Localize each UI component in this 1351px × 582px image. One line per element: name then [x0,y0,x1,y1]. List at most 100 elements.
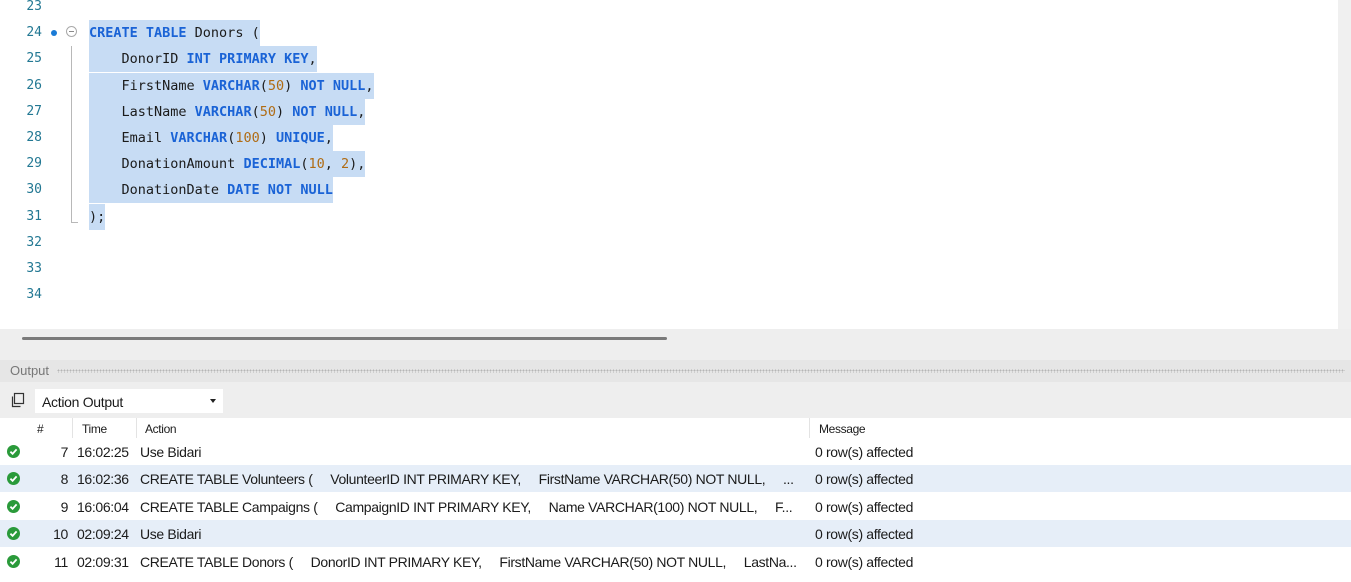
code-line[interactable]: 27 LastName VARCHAR(50) NOT NULL, [0,98,1338,125]
code-token: 100 [235,130,260,146]
code-line[interactable]: 23 [0,0,1338,20]
code-token: , [357,103,366,120]
line-number: 34 [26,287,42,303]
code-text: DonationAmount DECIMAL(10, 2), [89,151,366,178]
grid-header: # Time Action Message [0,418,1351,438]
output-type-select-value: Action Output [42,394,123,410]
code-line[interactable]: 28 Email VARCHAR(100) UNIQUE, [0,125,1338,151]
line-number: 25 [26,51,42,67]
code-token: , [308,51,317,68]
code-token: VARCHAR [170,130,228,146]
column-separator[interactable] [72,418,73,438]
row-number: 9 [60,498,69,515]
row-number: 11 [54,553,68,570]
table-row[interactable]: 7 16:02:25 Use Bidari 0 row(s) affected [0,438,1351,465]
code-token: 10 [308,156,325,173]
copy-icon[interactable] [10,392,26,408]
table-row[interactable]: 8 16:02:36 CREATE TABLE Volunteers ( Volun… [0,465,1351,493]
code-token: UNIQUE [275,130,325,146]
editor-horizontal-scrollbar[interactable] [22,337,667,340]
column-separator[interactable] [136,418,137,438]
code-token: ( [259,77,268,94]
code-line[interactable]: 26 FirstName VARCHAR(50) NOT NULL, [0,72,1338,99]
table-row[interactable]: 9 16:06:04 CREATE TABLE Campaigns ( Campai… [0,493,1351,520]
code-token: CREATE TABLE [89,25,187,42]
panel-drag-grip[interactable] [57,369,1345,373]
success-check-icon [7,472,20,486]
success-check-icon [7,554,20,568]
table-row[interactable]: 10 02:09:24 Use Bidari 0 row(s) affected [0,520,1351,548]
code-token: ( [251,103,260,120]
row-action: CREATE TABLE Donors ( DonorID INT PRIMAR… [140,553,797,570]
code-token: ), [349,156,366,173]
row-message: 0 row(s) affected [815,526,914,543]
row-number: 8 [60,471,69,488]
code-line[interactable]: 32 [0,230,1338,256]
code-line[interactable]: 29 DonationAmount DECIMAL(10, 2), [0,151,1338,178]
row-time: 16:02:36 [77,471,129,488]
row-message: 0 row(s) affected [815,444,914,460]
code-token: NOT NULL [300,77,366,94]
sql-editor[interactable]: 23 24 CREATE TABLE Donors (25 DonorID INT … [0,0,1338,329]
row-action: CREATE TABLE Campaigns ( CampaignID INT … [140,498,793,515]
row-time: 16:06:04 [77,498,129,515]
row-number: 10 [53,526,68,543]
code-token: INT PRIMARY KEY [186,51,309,68]
line-number: 24 [26,25,42,41]
line-number: 28 [26,130,42,145]
code-token: 2 [341,156,350,173]
code-token: , [365,77,374,94]
code-text: LastName VARCHAR(50) NOT NULL, [89,98,366,125]
code-line[interactable]: 33 [0,256,1338,282]
code-token: VARCHAR [194,103,252,120]
code-line[interactable]: 25 DonorID INT PRIMARY KEY, [0,46,1338,73]
code-token: , [324,130,333,146]
code-token: 50 [259,103,276,120]
column-header-time[interactable]: Time [82,422,107,436]
row-time: 02:09:31 [77,553,129,570]
code-text: FirstName VARCHAR(50) NOT NULL, [89,72,374,99]
chevron-down-icon [210,399,216,403]
output-type-select[interactable]: Action Output [35,389,223,413]
column-header-action[interactable]: Action [145,422,177,436]
fold-guide-end [71,222,78,223]
code-token: ); [89,208,106,225]
column-header-number[interactable]: # [37,422,44,436]
row-time: 16:02:25 [77,444,129,460]
code-token: DonorID [89,51,187,68]
line-number: 29 [26,156,42,172]
fold-collapse-icon[interactable] [66,26,77,38]
code-line[interactable]: 34 [0,282,1338,308]
editor-vertical-scrollbar[interactable] [1338,0,1351,329]
line-number: 30 [26,182,42,198]
line-number: 23 [26,0,42,14]
row-message: 0 row(s) affected [815,553,914,570]
code-token: FirstName [89,77,203,94]
code-text: ); [89,203,106,230]
code-token: DATE NOT NULL [227,182,333,199]
code-token: DonationAmount [89,156,244,173]
code-text: Email VARCHAR(100) UNIQUE, [89,125,333,151]
breakpoint-dot-icon[interactable] [51,30,57,37]
code-line[interactable]: 24 CREATE TABLE Donors ( [0,20,1338,47]
code-token: NOT NULL [292,103,358,120]
code-token: , [324,156,342,173]
success-check-icon [7,527,20,541]
code-token: LastName [89,103,195,120]
code-token: ) [259,130,276,146]
code-line[interactable]: 31); [0,203,1338,230]
success-check-icon [7,499,20,513]
fold-guide-line [71,46,72,222]
code-token: VARCHAR [202,77,260,94]
column-separator[interactable] [809,418,810,438]
output-panel-header: Output [0,360,1351,382]
output-toolbar: Action Output [0,387,1351,415]
row-message: 0 row(s) affected [815,498,914,515]
column-header-message[interactable]: Message [819,422,866,436]
code-token: DonationDate [89,182,228,199]
line-number: 33 [26,261,42,276]
row-action: Use Bidari [140,444,202,460]
table-row[interactable]: 11 02:09:31 CREATE TABLE Donors ( DonorID … [0,548,1351,575]
code-line[interactable]: 30 DonationDate DATE NOT NULL [0,177,1338,204]
line-number: 27 [26,103,42,119]
